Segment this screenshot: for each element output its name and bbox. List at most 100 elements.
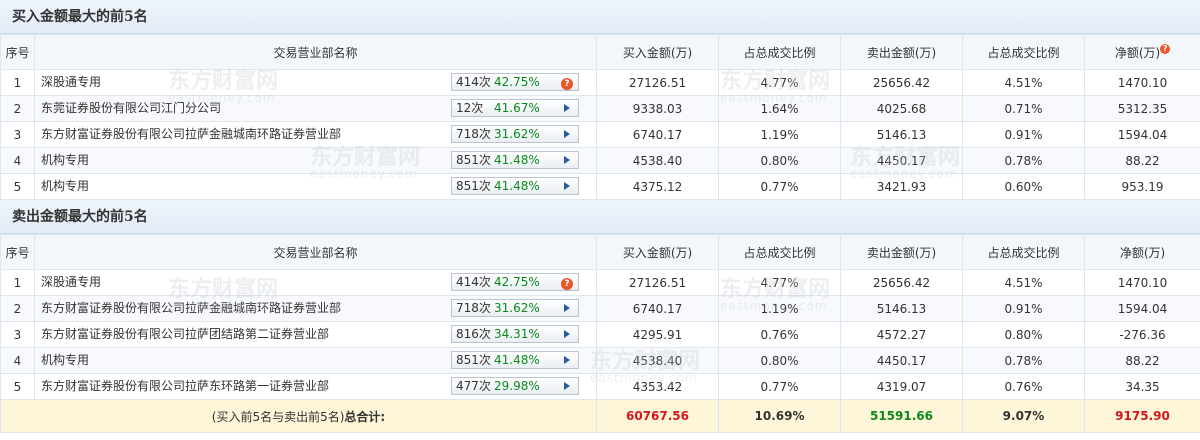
- broker-cell: 东方财富证券股份有限公司拉萨团结路第二证券营业部 816次 34.31%: [34, 321, 597, 348]
- broker-stat-box[interactable]: 414次 42.75%?: [451, 73, 579, 91]
- broker-detail-button[interactable]: [556, 178, 578, 194]
- play-icon[interactable]: [564, 130, 570, 138]
- total-net: 9175.90: [1084, 399, 1200, 433]
- buy-section-title: 买入金额最大的前5名: [0, 0, 1200, 34]
- broker-count: 718次: [456, 127, 491, 141]
- col-sell-amount: 卖出金额(万): [840, 34, 963, 70]
- broker-detail-button[interactable]: [556, 300, 578, 316]
- broker-detail-button[interactable]: [556, 352, 578, 368]
- broker-stat-box[interactable]: 414次 42.75%?: [451, 273, 579, 291]
- sell-amount: 4450.17: [840, 147, 963, 174]
- broker-win-rate: 41.48%: [494, 179, 540, 193]
- buy-ratio: 4.77%: [718, 69, 841, 96]
- sell-amount: 25656.42: [840, 69, 963, 96]
- row-index: 4: [0, 147, 35, 174]
- col-sell-ratio: 占总成交比例: [962, 234, 1085, 270]
- broker-win-rate: 41.48%: [494, 353, 540, 367]
- total-label: (买入前5名与卖出前5名)总合计:: [0, 399, 597, 433]
- table-row: 2 东莞证券股份有限公司江门分公司 12次 41.67% 9338.03 1.64% 402…: [0, 95, 1200, 122]
- broker-name[interactable]: 深股通专用: [41, 73, 101, 90]
- broker-detail-button[interactable]: ?: [556, 74, 578, 90]
- broker-detail-button[interactable]: [556, 378, 578, 394]
- net-amount: 953.19: [1084, 173, 1200, 200]
- sell-amount: 4572.27: [840, 321, 963, 348]
- broker-detail-button[interactable]: [556, 152, 578, 168]
- buy-amount: 4353.42: [596, 373, 719, 400]
- sell-ratio: 0.91%: [962, 295, 1085, 322]
- table-row: 1 深股通专用 414次 42.75%? 27126.51 4.77% 25656.42 4.…: [0, 269, 1200, 296]
- broker-win-rate: 42.75%: [494, 275, 540, 289]
- sell-table-header: 序号 交易营业部名称 买入金额(万) 占总成交比例 卖出金额(万) 占总成交比例…: [0, 234, 1200, 270]
- broker-name[interactable]: 东莞证券股份有限公司江门分公司: [41, 99, 221, 116]
- broker-name[interactable]: 东方财富证券股份有限公司拉萨东环路第一证券营业部: [41, 377, 329, 394]
- broker-detail-button[interactable]: [556, 126, 578, 142]
- broker-count: 414次: [456, 75, 491, 89]
- question-icon[interactable]: ?: [1160, 43, 1171, 54]
- row-index: 1: [0, 69, 35, 96]
- play-icon[interactable]: [564, 304, 570, 312]
- play-icon[interactable]: [564, 330, 570, 338]
- broker-count: 851次: [456, 179, 491, 193]
- buy-ratio: 0.76%: [718, 321, 841, 348]
- col-broker-name: 交易营业部名称: [34, 34, 597, 70]
- sell-amount: 25656.42: [840, 269, 963, 296]
- buy-ratio: 4.77%: [718, 269, 841, 296]
- question-icon[interactable]: ?: [561, 78, 573, 90]
- play-icon[interactable]: [564, 182, 570, 190]
- broker-stat-box[interactable]: 851次 41.48%: [451, 351, 579, 369]
- table-row: 3 东方财富证券股份有限公司拉萨金融城南环路证券营业部 718次 31.62% 6740…: [0, 121, 1200, 148]
- col-broker-name: 交易营业部名称: [34, 234, 597, 270]
- broker-count: 477次: [456, 379, 491, 393]
- broker-cell: 深股通专用 414次 42.75%?: [34, 69, 597, 96]
- broker-name[interactable]: 机构专用: [41, 151, 89, 168]
- table-row: 2 东方财富证券股份有限公司拉萨金融城南环路证券营业部 718次 31.62% 6740…: [0, 295, 1200, 322]
- row-index: 1: [0, 269, 35, 296]
- table-row: 3 东方财富证券股份有限公司拉萨团结路第二证券营业部 816次 34.31% 4295.…: [0, 321, 1200, 348]
- buy-ratio: 0.80%: [718, 147, 841, 174]
- broker-name[interactable]: 深股通专用: [41, 273, 101, 290]
- broker-win-rate: 29.98%: [494, 379, 540, 393]
- buy-section: 买入金额最大的前5名 序号 交易营业部名称 买入金额(万) 占总成交比例 卖出金…: [0, 0, 1200, 200]
- col-sell-amount: 卖出金额(万): [840, 234, 963, 270]
- play-icon[interactable]: [564, 104, 570, 112]
- broker-stat-box[interactable]: 851次 41.48%: [451, 177, 579, 195]
- broker-stat-box[interactable]: 851次 41.48%: [451, 151, 579, 169]
- play-icon[interactable]: [564, 382, 570, 390]
- broker-detail-button[interactable]: [556, 100, 578, 116]
- row-index: 5: [0, 373, 35, 400]
- net-amount: 88.22: [1084, 347, 1200, 374]
- broker-win-rate: 41.48%: [494, 153, 540, 167]
- buy-amount: 4295.91: [596, 321, 719, 348]
- broker-detail-button[interactable]: [556, 326, 578, 342]
- col-buy-ratio: 占总成交比例: [718, 34, 841, 70]
- play-icon[interactable]: [564, 156, 570, 164]
- net-amount: 88.22: [1084, 147, 1200, 174]
- buy-amount: 6740.17: [596, 295, 719, 322]
- broker-stat-box[interactable]: 477次 29.98%: [451, 377, 579, 395]
- broker-name[interactable]: 机构专用: [41, 177, 89, 194]
- buy-ratio: 0.77%: [718, 173, 841, 200]
- buy-ratio: 1.64%: [718, 95, 841, 122]
- question-icon[interactable]: ?: [561, 278, 573, 290]
- broker-name[interactable]: 东方财富证券股份有限公司拉萨金融城南环路证券营业部: [41, 125, 341, 142]
- broker-stat-box[interactable]: 816次 34.31%: [451, 325, 579, 343]
- broker-count: 12次: [456, 101, 484, 115]
- broker-name[interactable]: 机构专用: [41, 351, 89, 368]
- broker-cell: 东方财富证券股份有限公司拉萨东环路第一证券营业部 477次 29.98%: [34, 373, 597, 400]
- sell-amount: 5146.13: [840, 295, 963, 322]
- sell-ratio: 4.51%: [962, 69, 1085, 96]
- broker-stat-box[interactable]: 718次 31.62%: [451, 299, 579, 317]
- broker-name[interactable]: 东方财富证券股份有限公司拉萨金融城南环路证券营业部: [41, 299, 341, 316]
- broker-stat-box[interactable]: 718次 31.62%: [451, 125, 579, 143]
- row-index: 3: [0, 321, 35, 348]
- broker-detail-button[interactable]: ?: [556, 274, 578, 290]
- broker-name[interactable]: 东方财富证券股份有限公司拉萨团结路第二证券营业部: [41, 325, 329, 342]
- buy-table: 序号 交易营业部名称 买入金额(万) 占总成交比例 卖出金额(万) 占总成交比例…: [0, 34, 1200, 200]
- table-row: 1 深股通专用 414次 42.75%? 27126.51 4.77% 25656.42 4.…: [0, 69, 1200, 96]
- broker-cell: 机构专用 851次 41.48%: [34, 147, 597, 174]
- broker-cell: 东方财富证券股份有限公司拉萨金融城南环路证券营业部 718次 31.62%: [34, 295, 597, 322]
- play-icon[interactable]: [564, 356, 570, 364]
- broker-count: 816次: [456, 327, 491, 341]
- broker-stat-box[interactable]: 12次 41.67%: [451, 99, 579, 117]
- buy-ratio: 1.19%: [718, 295, 841, 322]
